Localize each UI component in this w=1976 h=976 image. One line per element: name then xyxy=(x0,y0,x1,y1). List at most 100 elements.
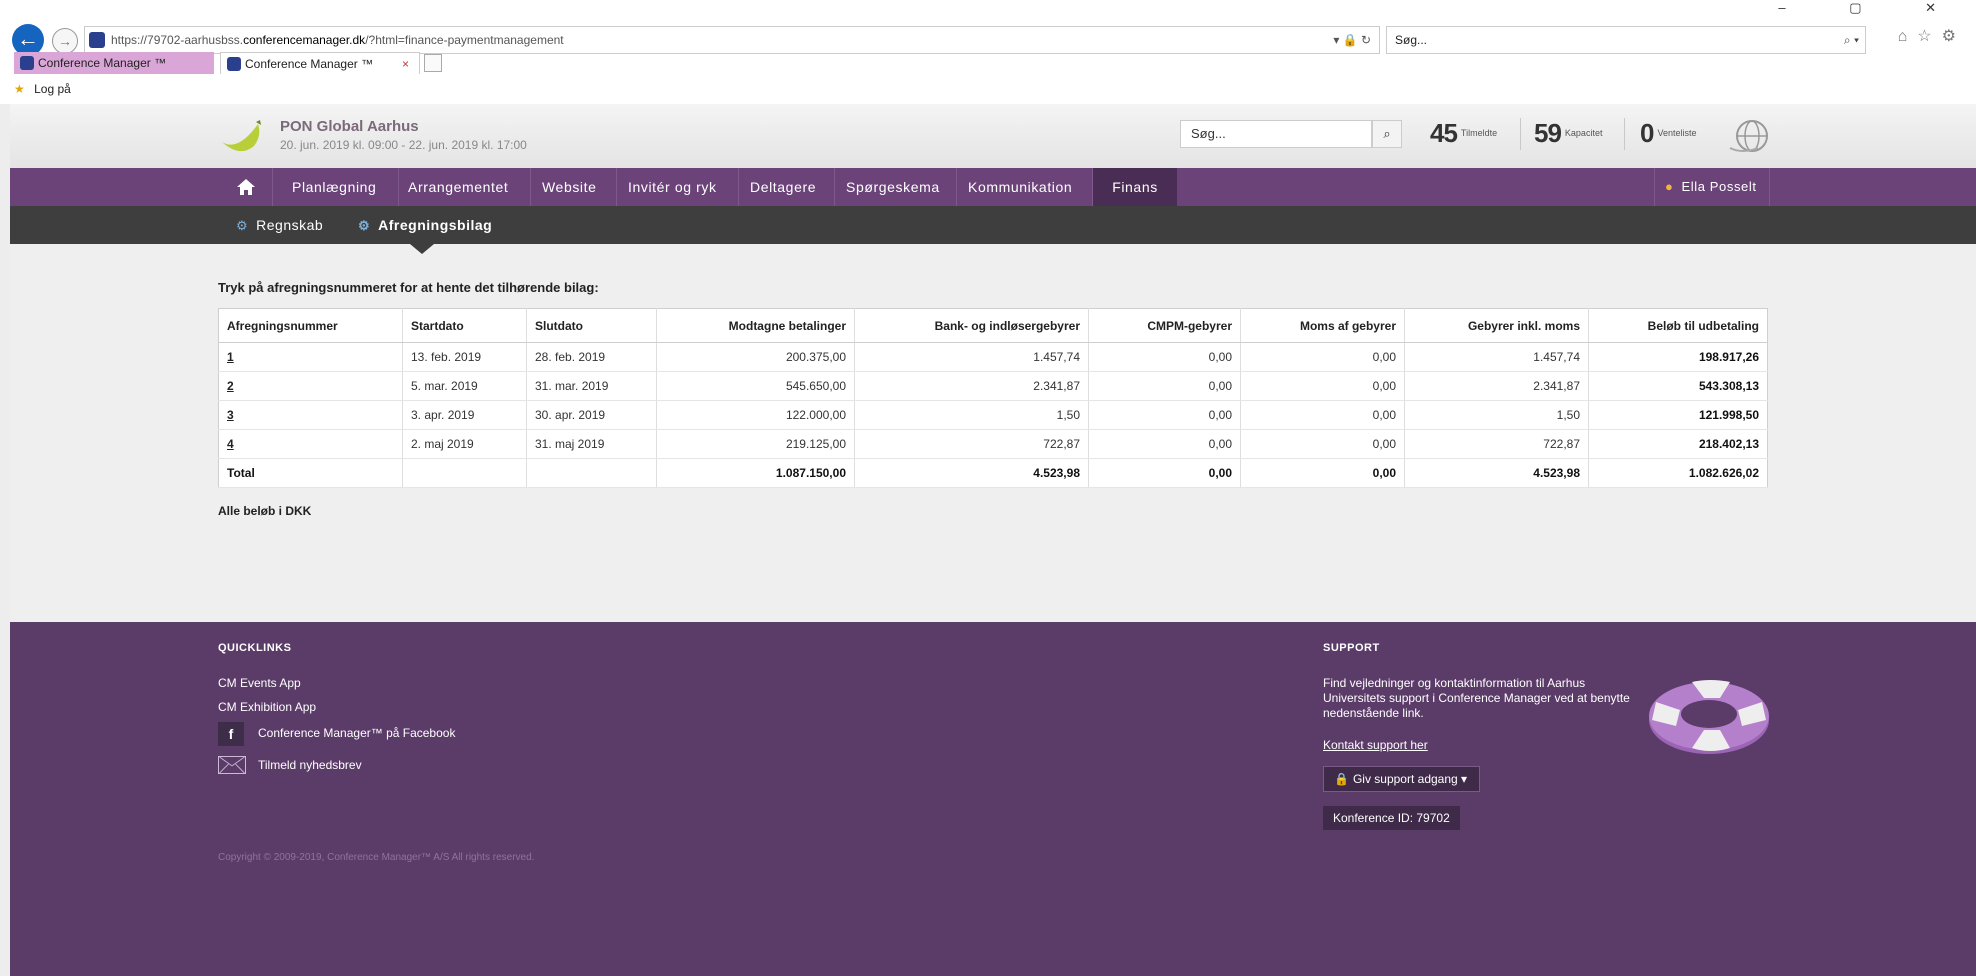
subnav-label: Regnskab xyxy=(256,217,324,233)
url-suffix: /?html=finance-paymentmanagement xyxy=(365,33,564,47)
settlement-number-link[interactable]: 2 xyxy=(218,371,403,401)
search-icon[interactable]: ⌕ xyxy=(1372,120,1402,148)
window-controls[interactable]: – ▢ ✕ xyxy=(1778,0,1966,16)
give-support-access-label: Giv support adgang xyxy=(1352,772,1458,786)
nav-item-website[interactable]: Website xyxy=(542,168,597,206)
browser-search-input[interactable]: Søg... ⌕ ▾ xyxy=(1386,26,1866,54)
refresh-lock-icon[interactable]: ▾ 🔒 ↻ xyxy=(1333,27,1371,53)
nav-item-planlaegning[interactable]: Planlægning xyxy=(292,168,376,206)
conference-title: PON Global Aarhus xyxy=(280,118,419,135)
cell-cmpm: 0,00 xyxy=(1088,371,1241,401)
cell-gebyrer-inkl: 722,87 xyxy=(1404,429,1589,459)
url-prefix: https://79702-aarhusbss. xyxy=(111,33,244,47)
support-text: Find vejledninger og kontaktinformation … xyxy=(1323,676,1630,720)
cell-udbetaling: 121.998,50 xyxy=(1588,400,1768,430)
nav-item-deltagere[interactable]: Deltagere xyxy=(750,168,816,206)
give-support-access-button[interactable]: 🔒 Giv support adgang ▾ xyxy=(1323,766,1481,792)
nav-item-arrangementet[interactable]: Arrangementet xyxy=(408,168,508,206)
close-tab-icon[interactable]: × xyxy=(402,53,409,75)
nav-item-finans[interactable]: Finans xyxy=(1093,168,1177,206)
cell-moms: 0,00 xyxy=(1240,342,1405,372)
settlement-number-link[interactable]: 3 xyxy=(218,400,403,430)
facebook-icon[interactable]: f xyxy=(218,722,244,746)
quicklink-cm-exhibition-app[interactable]: CM Exhibition App xyxy=(218,700,316,714)
copyright-text: Copyright © 2009-2019, Conference Manage… xyxy=(218,852,535,863)
cell-startdato: 2. maj 2019 xyxy=(402,429,527,459)
col-cmpm-gebyrer: CMPM-gebyrer xyxy=(1088,308,1241,343)
cell-gebyrer-inkl: 2.341,87 xyxy=(1404,371,1589,401)
quicklink-cm-events-app[interactable]: CM Events App xyxy=(218,676,301,690)
settlement-number-link[interactable]: 1 xyxy=(218,342,403,372)
conference-id: Konference ID: 79702 xyxy=(1323,806,1460,830)
stat-value: 0 xyxy=(1640,118,1655,148)
browser-tab-1[interactable]: Conference Manager ™ xyxy=(14,52,214,74)
cell-modtagne: 219.125,00 xyxy=(656,429,855,459)
forward-button[interactable]: → xyxy=(52,28,78,54)
page-intro-text: Tryk på afregningsnummeret for at hente … xyxy=(218,280,599,295)
home-star-gear-icon[interactable]: ⌂☆⚙ xyxy=(1898,26,1966,46)
globe-icon[interactable] xyxy=(1728,118,1774,154)
user-name: Ella Posselt xyxy=(1681,179,1757,194)
table-header-row: Afregningsnummer Startdato Slutdato Modt… xyxy=(218,308,1768,343)
stat-capacity: 59 Kapacitet xyxy=(1534,118,1602,152)
tab-favicon-icon xyxy=(20,56,34,70)
home-icon[interactable] xyxy=(236,178,256,196)
cell-modtagne: 200.375,00 xyxy=(656,342,855,372)
subnav-item-regnskab[interactable]: ⚙ Regnskab xyxy=(236,206,323,244)
cell-bank: 1,50 xyxy=(854,400,1089,430)
mail-icon[interactable] xyxy=(218,756,246,774)
site-search-input[interactable]: Søg... xyxy=(1180,120,1372,148)
banana-logo-icon[interactable] xyxy=(218,118,264,156)
table-row: 3 3. apr. 2019 30. apr. 2019 122.000,00 … xyxy=(218,400,1768,430)
nav-item-kommunikation[interactable]: Kommunikation xyxy=(968,168,1072,206)
subnav-label: Afregningsbilag xyxy=(378,217,493,233)
stat-divider xyxy=(1624,118,1625,150)
active-subnav-indicator xyxy=(410,244,434,254)
cell-gebyrer-inkl: 1.457,74 xyxy=(1404,342,1589,372)
currency-note: Alle beløb i DKK xyxy=(218,504,312,518)
cell-bank: 722,87 xyxy=(854,429,1089,459)
nav-divider xyxy=(738,168,739,206)
nav-item-inviter-og-ryk[interactable]: Invitér og ryk xyxy=(628,168,717,206)
cell-gebyrer-inkl: 1,50 xyxy=(1404,400,1589,430)
cell-startdato: 5. mar. 2019 xyxy=(402,371,527,401)
quicklink-newsletter[interactable]: Tilmeld nyhedsbrev xyxy=(258,758,362,772)
address-bar[interactable]: https://79702-aarhusbss.conferencemanage… xyxy=(84,26,1380,54)
cell-slutdato: 28. feb. 2019 xyxy=(526,342,657,372)
browser-tab-2[interactable]: Conference Manager ™ × xyxy=(220,52,420,74)
favorite-log-pa[interactable]: Log på xyxy=(34,82,71,96)
quicklink-facebook[interactable]: Conference Manager™ på Facebook xyxy=(258,726,455,740)
cell-slutdato: 30. apr. 2019 xyxy=(526,400,657,430)
new-tab-button[interactable] xyxy=(424,54,442,72)
url-domain: conferencemanager.dk xyxy=(243,33,366,47)
gear-icon: ⚙ xyxy=(358,218,371,233)
contact-support-link[interactable]: Kontakt support her xyxy=(1323,738,1428,752)
user-menu[interactable]: ● Ella Posselt xyxy=(1654,168,1770,206)
total-startdato xyxy=(402,458,527,488)
stat-label: Kapacitet xyxy=(1564,128,1603,138)
nav-divider xyxy=(956,168,957,206)
cell-startdato: 13. feb. 2019 xyxy=(402,342,527,372)
cell-bank: 2.341,87 xyxy=(854,371,1089,401)
gear-icon: ⚙ xyxy=(236,218,249,233)
nav-divider xyxy=(530,168,531,206)
nav-divider xyxy=(834,168,835,206)
sub-nav: ⚙ Regnskab ⚙ Afregningsbilag xyxy=(10,206,1976,244)
subnav-item-afregningsbilag[interactable]: ⚙ Afregningsbilag xyxy=(358,206,492,244)
col-gebyrer-inkl-moms: Gebyrer inkl. moms xyxy=(1404,308,1589,343)
site-favicon-icon xyxy=(89,32,105,48)
search-icon[interactable]: ⌕ ▾ xyxy=(1844,27,1859,53)
cell-cmpm: 0,00 xyxy=(1088,429,1241,459)
favorites-star-icon[interactable]: ★ xyxy=(14,82,25,96)
settlement-number-link[interactable]: 4 xyxy=(218,429,403,459)
stat-value: 45 xyxy=(1430,118,1458,148)
nav-item-spoergeskema[interactable]: Spørgeskema xyxy=(846,168,940,206)
total-slutdato xyxy=(526,458,657,488)
tab-favicon-icon xyxy=(227,57,241,71)
browser-tabs: Conference Manager ™ Conference Manager … xyxy=(0,52,1976,74)
lifebuoy-icon xyxy=(1649,680,1769,754)
cell-modtagne: 122.000,00 xyxy=(656,400,855,430)
col-moms-af-gebyrer: Moms af gebyrer xyxy=(1240,308,1405,343)
stat-registered: 45 Tilmeldte xyxy=(1430,118,1497,152)
quicklinks-title: QUICKLINKS xyxy=(218,642,292,654)
